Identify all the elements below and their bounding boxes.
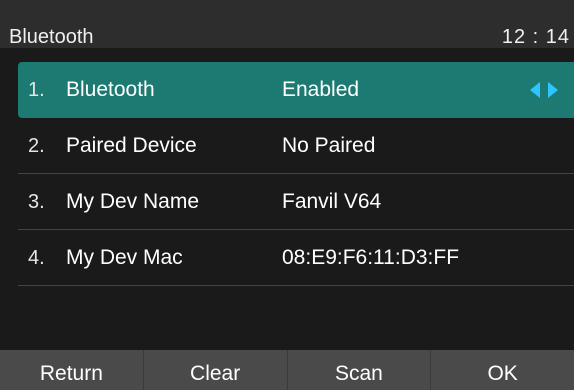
list-item-bluetooth[interactable]: 1. Bluetooth Enabled <box>18 62 574 118</box>
list-item-my-dev-name[interactable]: 3. My Dev Name Fanvil V64 <box>18 174 574 230</box>
item-label: Bluetooth <box>66 78 155 101</box>
page-title: Bluetooth <box>9 26 94 48</box>
item-label: Paired Device <box>66 134 197 157</box>
list-item-my-dev-mac[interactable]: 4. My Dev Mac 08:E9:F6:11:D3:FF <box>18 230 574 286</box>
item-label: My Dev Name <box>66 190 200 213</box>
item-label: My Dev Mac <box>66 246 183 269</box>
clock: 12 : 14 <box>501 26 570 48</box>
item-value: No Paired <box>282 134 376 157</box>
softkey-bar: Return Clear Scan OK <box>0 350 574 390</box>
ok-button[interactable]: OK <box>431 350 574 390</box>
phone-screen: Bluetooth 12 : 14 1. Bluetooth Enabled 2… <box>0 0 574 390</box>
item-value: Enabled <box>282 78 360 101</box>
clear-button[interactable]: Clear <box>144 350 288 390</box>
list-item-paired-device[interactable]: 2. Paired Device No Paired <box>18 118 574 174</box>
item-index: 1. <box>28 79 45 101</box>
arrow-left-icon[interactable] <box>530 82 540 98</box>
item-index: 3. <box>28 191 45 213</box>
arrow-right-icon[interactable] <box>548 82 558 98</box>
scan-button[interactable]: Scan <box>288 350 432 390</box>
item-value: 08:E9:F6:11:D3:FF <box>282 246 460 269</box>
item-index: 2. <box>28 135 45 157</box>
settings-list: 1. Bluetooth Enabled 2. Paired Device No… <box>18 62 574 286</box>
item-index: 4. <box>28 247 45 269</box>
item-value: Fanvil V64 <box>282 190 382 213</box>
title-bar: Bluetooth 12 : 14 <box>0 0 574 48</box>
left-right-arrows-icon[interactable] <box>530 80 560 100</box>
return-button[interactable]: Return <box>0 350 144 390</box>
